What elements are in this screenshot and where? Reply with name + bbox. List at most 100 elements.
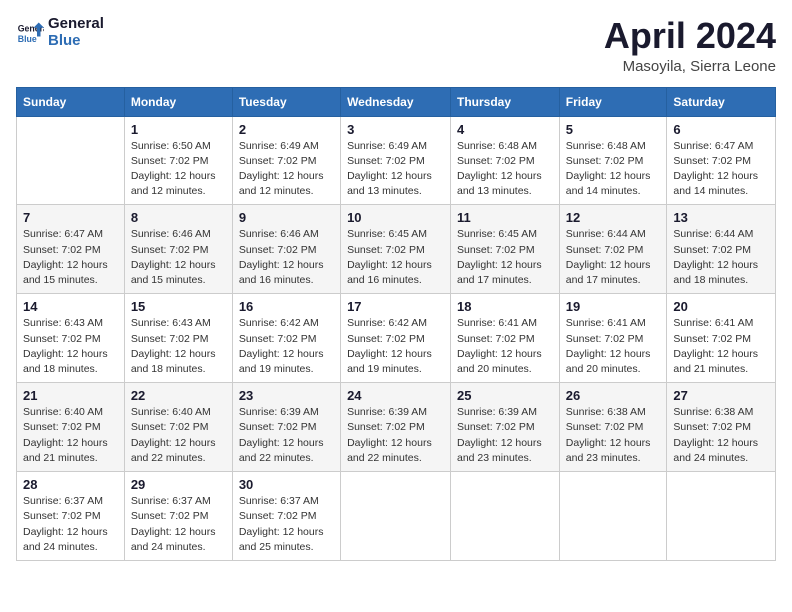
day-info: Sunrise: 6:43 AMSunset: 7:02 PMDaylight:…	[23, 316, 118, 377]
day-number: 30	[239, 477, 334, 492]
calendar-body: 1 Sunrise: 6:50 AMSunset: 7:02 PMDaylight…	[17, 116, 776, 560]
calendar-day-cell: 13 Sunrise: 6:44 AMSunset: 7:02 PMDayligh…	[667, 205, 776, 294]
calendar-day-cell: 23Sunrise: 6:39 AMSunset: 7:02 PMDayligh…	[232, 383, 340, 472]
calendar-day-cell: 6 Sunrise: 6:47 AMSunset: 7:02 PMDaylight…	[667, 116, 776, 205]
weekday-header-row: SundayMondayTuesdayWednesdayThursdayFrid…	[17, 87, 776, 116]
day-info: Sunrise: 6:38 AMSunset: 7:02 PMDaylight:…	[566, 405, 661, 466]
day-number: 18	[457, 299, 553, 314]
day-number: 2	[239, 122, 334, 137]
logo-icon: General Blue	[16, 19, 44, 47]
day-info: Sunrise: 6:41 AMSunset: 7:02 PMDaylight:…	[566, 316, 661, 377]
day-number: 12	[566, 210, 661, 225]
day-number: 20	[673, 299, 769, 314]
day-info: Sunrise: 6:38 AMSunset: 7:02 PMDaylight:…	[673, 405, 769, 466]
day-info: Sunrise: 6:40 AMSunset: 7:02 PMDaylight:…	[23, 405, 118, 466]
day-info: Sunrise: 6:48 AMSunset: 7:02 PMDaylight:…	[457, 139, 553, 200]
day-number: 17	[347, 299, 444, 314]
calendar-day-cell	[667, 472, 776, 561]
day-number: 25	[457, 388, 553, 403]
title-block: April 2024 Masoyila, Sierra Leone	[604, 16, 776, 75]
day-info: Sunrise: 6:50 AMSunset: 7:02 PMDaylight:…	[131, 139, 226, 200]
calendar-day-cell: 8 Sunrise: 6:46 AMSunset: 7:02 PMDaylight…	[124, 205, 232, 294]
day-number: 10	[347, 210, 444, 225]
day-info: Sunrise: 6:49 AMSunset: 7:02 PMDaylight:…	[239, 139, 334, 200]
day-number: 7	[23, 210, 118, 225]
day-info: Sunrise: 6:44 AMSunset: 7:02 PMDaylight:…	[673, 227, 769, 288]
day-number: 19	[566, 299, 661, 314]
day-info: Sunrise: 6:46 AMSunset: 7:02 PMDaylight:…	[239, 227, 334, 288]
day-info: Sunrise: 6:40 AMSunset: 7:02 PMDaylight:…	[131, 405, 226, 466]
weekday-header-cell: Sunday	[17, 87, 125, 116]
calendar-week-row: 14 Sunrise: 6:43 AMSunset: 7:02 PMDayligh…	[17, 294, 776, 383]
calendar-day-cell: 14 Sunrise: 6:43 AMSunset: 7:02 PMDayligh…	[17, 294, 125, 383]
day-number: 11	[457, 210, 553, 225]
calendar-day-cell: 9 Sunrise: 6:46 AMSunset: 7:02 PMDaylight…	[232, 205, 340, 294]
day-number: 13	[673, 210, 769, 225]
location-subtitle: Masoyila, Sierra Leone	[604, 58, 776, 75]
day-number: 9	[239, 210, 334, 225]
day-number: 14	[23, 299, 118, 314]
day-number: 16	[239, 299, 334, 314]
day-number: 22	[131, 388, 226, 403]
calendar-day-cell: 29Sunrise: 6:37 AMSunset: 7:02 PMDayligh…	[124, 472, 232, 561]
calendar-day-cell	[17, 116, 125, 205]
day-number: 23	[239, 388, 334, 403]
day-info: Sunrise: 6:42 AMSunset: 7:02 PMDaylight:…	[239, 316, 334, 377]
calendar-day-cell: 20 Sunrise: 6:41 AMSunset: 7:02 PMDayligh…	[667, 294, 776, 383]
month-title: April 2024	[604, 16, 776, 56]
day-info: Sunrise: 6:46 AMSunset: 7:02 PMDaylight:…	[131, 227, 226, 288]
calendar-day-cell: 22 Sunrise: 6:40 AMSunset: 7:02 PMDayligh…	[124, 383, 232, 472]
calendar-day-cell: 19 Sunrise: 6:41 AMSunset: 7:02 PMDayligh…	[559, 294, 667, 383]
calendar-day-cell: 7 Sunrise: 6:47 AMSunset: 7:02 PMDaylight…	[17, 205, 125, 294]
weekday-header-cell: Saturday	[667, 87, 776, 116]
day-info: Sunrise: 6:47 AMSunset: 7:02 PMDaylight:…	[23, 227, 118, 288]
calendar-week-row: 7 Sunrise: 6:47 AMSunset: 7:02 PMDaylight…	[17, 205, 776, 294]
day-number: 24	[347, 388, 444, 403]
day-number: 1	[131, 122, 226, 137]
day-number: 4	[457, 122, 553, 137]
weekday-header-cell: Wednesday	[341, 87, 451, 116]
weekday-header-cell: Friday	[559, 87, 667, 116]
day-info: Sunrise: 6:41 AMSunset: 7:02 PMDaylight:…	[457, 316, 553, 377]
calendar-day-cell: 10 Sunrise: 6:45 AMSunset: 7:02 PMDayligh…	[341, 205, 451, 294]
day-info: Sunrise: 6:39 AMSunset: 7:02 PMDaylight:…	[457, 405, 553, 466]
day-number: 8	[131, 210, 226, 225]
day-number: 15	[131, 299, 226, 314]
calendar-day-cell: 16 Sunrise: 6:42 AMSunset: 7:02 PMDayligh…	[232, 294, 340, 383]
day-info: Sunrise: 6:42 AMSunset: 7:02 PMDaylight:…	[347, 316, 444, 377]
day-number: 28	[23, 477, 118, 492]
day-info: Sunrise: 6:41 AMSunset: 7:02 PMDaylight:…	[673, 316, 769, 377]
calendar-day-cell: 24 Sunrise: 6:39 AMSunset: 7:02 PMDayligh…	[341, 383, 451, 472]
calendar-day-cell: 18 Sunrise: 6:41 AMSunset: 7:02 PMDayligh…	[451, 294, 560, 383]
logo: General Blue General Blue	[16, 16, 104, 49]
day-number: 6	[673, 122, 769, 137]
calendar-day-cell: 12Sunrise: 6:44 AMSunset: 7:02 PMDayligh…	[559, 205, 667, 294]
day-info: Sunrise: 6:47 AMSunset: 7:02 PMDaylight:…	[673, 139, 769, 200]
weekday-header-cell: Monday	[124, 87, 232, 116]
day-info: Sunrise: 6:37 AMSunset: 7:02 PMDaylight:…	[23, 494, 118, 555]
svg-text:Blue: Blue	[18, 33, 37, 43]
calendar-day-cell: 26Sunrise: 6:38 AMSunset: 7:02 PMDayligh…	[559, 383, 667, 472]
calendar-week-row: 1 Sunrise: 6:50 AMSunset: 7:02 PMDaylight…	[17, 116, 776, 205]
day-number: 3	[347, 122, 444, 137]
day-info: Sunrise: 6:43 AMSunset: 7:02 PMDaylight:…	[131, 316, 226, 377]
calendar-table: SundayMondayTuesdayWednesdayThursdayFrid…	[16, 87, 776, 561]
calendar-day-cell	[451, 472, 560, 561]
day-number: 27	[673, 388, 769, 403]
calendar-day-cell: 2 Sunrise: 6:49 AMSunset: 7:02 PMDaylight…	[232, 116, 340, 205]
logo-text-blue: Blue	[48, 33, 104, 50]
weekday-header-cell: Tuesday	[232, 87, 340, 116]
calendar-day-cell: 27 Sunrise: 6:38 AMSunset: 7:02 PMDayligh…	[667, 383, 776, 472]
day-number: 21	[23, 388, 118, 403]
calendar-day-cell: 11 Sunrise: 6:45 AMSunset: 7:02 PMDayligh…	[451, 205, 560, 294]
page-header: General Blue General Blue April 2024 Mas…	[16, 16, 776, 75]
day-info: Sunrise: 6:45 AMSunset: 7:02 PMDaylight:…	[457, 227, 553, 288]
calendar-day-cell: 21 Sunrise: 6:40 AMSunset: 7:02 PMDayligh…	[17, 383, 125, 472]
calendar-day-cell: 17 Sunrise: 6:42 AMSunset: 7:02 PMDayligh…	[341, 294, 451, 383]
calendar-week-row: 21 Sunrise: 6:40 AMSunset: 7:02 PMDayligh…	[17, 383, 776, 472]
calendar-week-row: 28 Sunrise: 6:37 AMSunset: 7:02 PMDayligh…	[17, 472, 776, 561]
day-info: Sunrise: 6:37 AMSunset: 7:02 PMDaylight:…	[239, 494, 334, 555]
day-info: Sunrise: 6:49 AMSunset: 7:02 PMDaylight:…	[347, 139, 444, 200]
day-info: Sunrise: 6:45 AMSunset: 7:02 PMDaylight:…	[347, 227, 444, 288]
day-info: Sunrise: 6:39 AMSunset: 7:02 PMDaylight:…	[347, 405, 444, 466]
